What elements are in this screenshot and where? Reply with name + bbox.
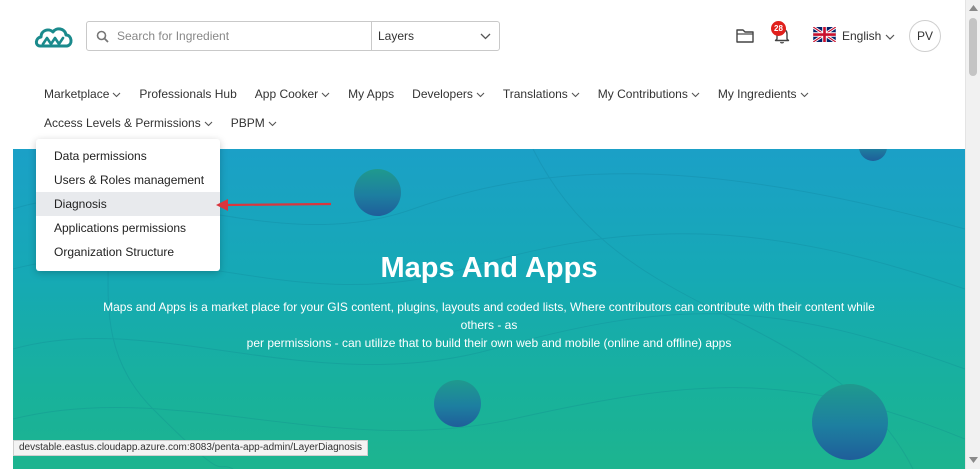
- link-status-bar: devstable.eastus.cloudapp.azure.com:8083…: [13, 440, 368, 456]
- menu-item-data-permissions[interactable]: Data permissions: [36, 144, 220, 168]
- nav-item-label: Professionals Hub: [139, 86, 237, 101]
- nav-item-label: Developers: [412, 86, 473, 101]
- nav-item-label: My Ingredients: [717, 86, 797, 101]
- menu-item-diagnosis[interactable]: Diagnosis: [36, 192, 220, 216]
- menu-item-organization-structure[interactable]: Organization Structure: [36, 240, 220, 264]
- chevron-down-icon: [571, 87, 580, 101]
- avatar[interactable]: PV: [909, 20, 941, 52]
- chevron-down-icon: [268, 116, 277, 130]
- language-label: English: [842, 29, 882, 43]
- page-scrollbar[interactable]: [965, 0, 980, 469]
- banner-description-line: per permissions - can utilize that to bu…: [246, 336, 732, 350]
- chevron-down-icon: [204, 116, 213, 130]
- chevron-down-icon: [476, 87, 485, 101]
- annotation-arrow-icon: [214, 196, 334, 219]
- menu-item-users-roles-management[interactable]: Users & Roles management: [36, 168, 220, 192]
- nav-item-label: App Cooker: [254, 86, 319, 101]
- nav-item-my-contributions[interactable]: My Contributions: [598, 86, 700, 101]
- uk-flag-icon: [812, 25, 837, 45]
- nav-item-translations[interactable]: Translations: [503, 86, 580, 101]
- chevron-down-icon: [321, 87, 330, 101]
- main-nav-row-1: Marketplace Professionals Hub App Cooker…: [44, 86, 827, 101]
- main-nav-row-2: Access Levels & Permissions PBPM: [44, 115, 295, 130]
- search-input[interactable]: [113, 22, 371, 50]
- nav-item-professionals-hub[interactable]: Professionals Hub: [139, 87, 236, 101]
- nav-item-developers[interactable]: Developers: [412, 86, 485, 101]
- nav-item-label: Access Levels & Permissions: [44, 115, 201, 130]
- chevron-down-icon: [480, 29, 491, 43]
- folder-icon[interactable]: [736, 28, 754, 48]
- chevron-down-icon: [885, 29, 895, 43]
- nav-item-label: My Contributions: [597, 86, 688, 101]
- nav-item-label: Translations: [502, 86, 568, 101]
- page: Layers 28 English PV: [0, 0, 980, 469]
- nav-item-access-levels[interactable]: Access Levels & Permissions: [44, 115, 213, 130]
- decorative-circle: [434, 380, 481, 427]
- decorative-circle: [354, 169, 401, 216]
- chevron-down-icon: [800, 87, 809, 101]
- language-selector[interactable]: English: [812, 25, 895, 45]
- chevron-down-icon: [112, 87, 121, 101]
- banner-description-line: Maps and Apps is a market place for your…: [103, 300, 875, 332]
- layer-select-value: Layers: [378, 29, 415, 43]
- scroll-down-arrow-icon[interactable]: [969, 455, 978, 464]
- search-bar: Layers: [86, 21, 500, 51]
- nav-item-app-cooker[interactable]: App Cooker: [255, 86, 330, 101]
- scrollbar-thumb[interactable]: [969, 18, 977, 76]
- access-levels-dropdown-menu: Data permissions Users & Roles managemen…: [36, 139, 220, 271]
- chevron-down-icon: [691, 87, 700, 101]
- scroll-up-arrow-icon[interactable]: [969, 3, 978, 12]
- nav-item-label: Marketplace: [44, 86, 110, 101]
- nav-item-label: My Apps: [348, 86, 395, 101]
- banner-description: Maps and Apps is a market place for your…: [89, 298, 889, 352]
- notification-badge: 28: [771, 21, 786, 36]
- decorative-circle: [812, 384, 888, 460]
- nav-item-pbpm[interactable]: PBPM: [231, 115, 277, 130]
- nav-item-label: PBPM: [230, 115, 265, 130]
- nav-item-my-apps[interactable]: My Apps: [348, 87, 394, 101]
- nav-item-marketplace[interactable]: Marketplace: [44, 86, 121, 101]
- layer-select[interactable]: Layers: [371, 22, 499, 50]
- cloud-logo-icon[interactable]: [34, 24, 74, 50]
- search-icon[interactable]: [91, 22, 113, 50]
- nav-item-my-ingredients[interactable]: My Ingredients: [718, 86, 809, 101]
- menu-item-applications-permissions[interactable]: Applications permissions: [36, 216, 220, 240]
